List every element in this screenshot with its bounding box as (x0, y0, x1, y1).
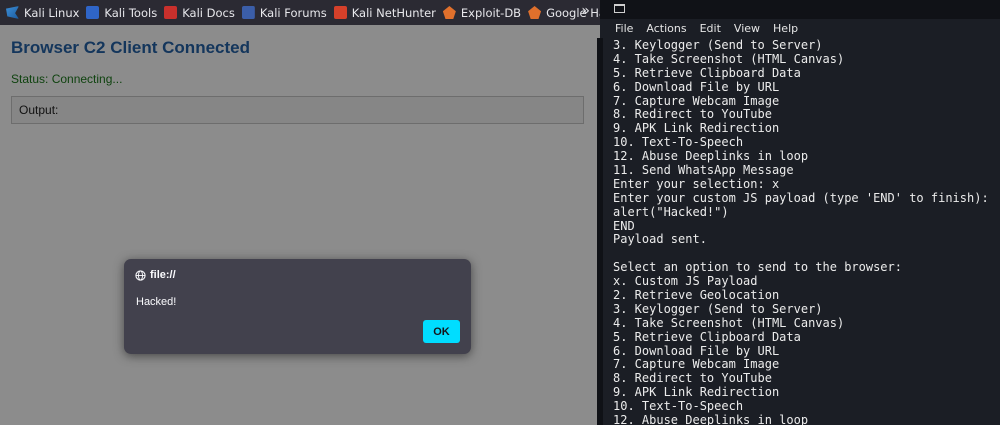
terminal-line: 10. Text-To-Speech (613, 399, 744, 414)
globe-icon (135, 269, 146, 281)
terminal-line: 9. APK Link Redirection (613, 121, 780, 136)
bookmark-item[interactable]: Kali Tools (84, 0, 162, 25)
kali-nethunter-icon (333, 6, 347, 19)
terminal-line: alert("Hacked!") (613, 204, 729, 219)
terminal-line: 2. Retrieve Geolocation (613, 288, 780, 303)
terminal-line: 10. Text-To-Speech (613, 135, 744, 150)
terminal-titlebar (600, 0, 1000, 19)
bookmark-label: Exploit-DB (460, 5, 522, 20)
terminal-window: File Actions Edit View Help 3. Keylogger (Se… (600, 0, 1000, 425)
terminal-line: 6. Download File by URL (613, 343, 780, 358)
kali-dragon-icon (6, 6, 19, 19)
ok-button[interactable]: OK (423, 320, 460, 343)
dialog-header: file:// (135, 269, 176, 281)
ghdb-icon (528, 6, 542, 19)
terminal-line: 4. Take Screenshot (HTML Canvas) (613, 315, 845, 330)
dialog-origin: file:// (150, 269, 176, 281)
browser-window: Kali Linux Kali Tools Kali Docs Kali Forums… (0, 0, 600, 425)
terminal-line: 6. Download File by URL (613, 79, 780, 94)
bookmark-item[interactable]: Kali Docs (162, 0, 240, 25)
terminal-line: 5. Retrieve Clipboard Data (613, 329, 801, 344)
bookmark-item[interactable]: Kali Forums (240, 0, 332, 25)
terminal-line: 5. Retrieve Clipboard Data (613, 65, 801, 80)
terminal-output[interactable]: 3. Keylogger (Send to Server) 4. Take Scr… (613, 38, 1000, 425)
menu-help[interactable]: Help (773, 22, 798, 35)
exploit-db-icon (442, 6, 456, 19)
terminal-line: 12. Abuse Deeplinks in loop (613, 413, 809, 425)
bookmark-label: Kali Tools (104, 5, 158, 20)
terminal-line: 7. Capture Webcam Image (613, 93, 780, 108)
menu-edit[interactable]: Edit (700, 22, 721, 35)
terminal-line: Select an option to send to the browser: (613, 260, 902, 275)
terminal-line: END (613, 218, 635, 233)
bookmark-item[interactable]: Exploit-DB (441, 0, 526, 25)
modal-overlay (0, 25, 600, 425)
terminal-line: 8. Redirect to YouTube (613, 371, 772, 386)
terminal-line: 7. Capture Webcam Image (613, 357, 780, 372)
dialog-message: Hacked! (136, 296, 177, 308)
terminal-menubar: File Actions Edit View Help (600, 19, 1000, 38)
terminal-line: x. Custom JS Payload (613, 274, 758, 289)
window-edge (597, 38, 603, 425)
bookmark-label: Kali NetHunter (351, 5, 436, 20)
terminal-line: 3. Keylogger (Send to Server) (613, 301, 823, 316)
bookmark-label: Kali Docs (182, 5, 235, 20)
bookmark-label: Google Hacking DB (546, 5, 600, 20)
bookmark-item[interactable]: Kali Linux (4, 0, 84, 25)
kali-forums-icon (241, 6, 255, 19)
terminal-line: 11. Send WhatsApp Message (613, 163, 794, 178)
terminal-line: Enter your custom JS payload (type 'END'… (613, 190, 989, 205)
kali-docs-icon (164, 6, 178, 19)
menu-file[interactable]: File (615, 22, 633, 35)
terminal-window-icon (614, 4, 625, 13)
menu-view[interactable]: View (734, 22, 760, 35)
terminal-line: 12. Abuse Deeplinks in loop (613, 149, 809, 164)
terminal-line: 8. Redirect to YouTube (613, 107, 772, 122)
terminal-line: 4. Take Screenshot (HTML Canvas) (613, 51, 845, 66)
alert-dialog: file:// Hacked! OK (124, 259, 471, 354)
bookmarks-toolbar: Kali Linux Kali Tools Kali Docs Kali Forums… (0, 0, 600, 25)
bookmark-label: Kali Linux (24, 5, 80, 20)
kali-tools-icon (86, 6, 100, 19)
bookmarks-overflow-button[interactable]: » (581, 3, 590, 19)
bookmark-item[interactable]: Kali NetHunter (332, 0, 441, 25)
menu-actions[interactable]: Actions (646, 22, 686, 35)
terminal-line: 9. APK Link Redirection (613, 385, 780, 400)
terminal-line: Enter your selection: x (613, 176, 780, 191)
terminal-line: Payload sent. (613, 232, 707, 247)
bookmark-label: Kali Forums (259, 5, 327, 20)
terminal-line: 3. Keylogger (Send to Server) (613, 38, 823, 52)
